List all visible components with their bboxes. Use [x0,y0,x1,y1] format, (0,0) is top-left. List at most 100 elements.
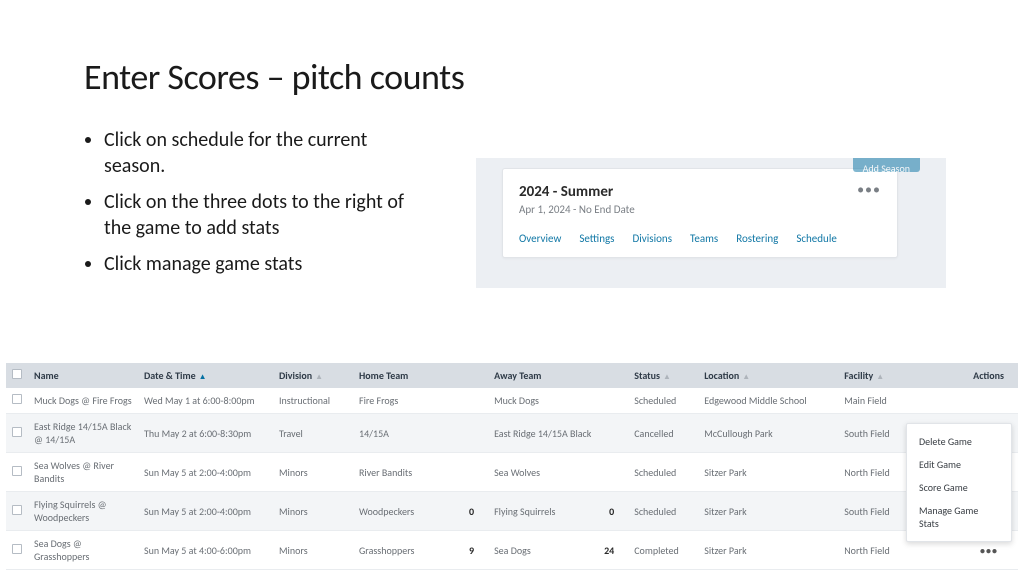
cell-home: Woodpeckers [353,492,463,531]
cell-location: Sitzer Park [698,492,838,531]
col-status-label: Status [634,369,660,382]
row-checkbox[interactable] [12,544,22,554]
col-location[interactable]: Location▲ [698,363,838,388]
cell-location: McCullough Park [698,414,838,453]
col-checkbox [6,363,28,388]
header-button-bar: Add Season [853,158,920,177]
sort-icon: ▲ [315,372,323,382]
table-row: East Ridge 14/15A Black @ 14/15AThu May … [6,414,1018,453]
cell-away: Sea Dogs [488,531,598,570]
cell-home-score: 0 [463,492,488,531]
cell-name: Flying Squirrels @ Woodpeckers [28,492,138,531]
season-tabs: Overview Settings Divisions Teams Roster… [519,232,881,245]
tab-rostering[interactable]: Rostering [736,232,778,245]
col-datetime-label: Date & Time [144,369,196,382]
cell-location: Edgewood Middle School [698,388,838,414]
table-header-row: Name Date & Time▲ Division▲ Home Team Aw… [6,363,1018,388]
tab-teams[interactable]: Teams [690,232,718,245]
row-action-menu: Delete Game Edit Game Score Game Manage … [906,423,1012,542]
cell-facility: South Field [838,414,908,453]
row-checkbox[interactable] [12,466,22,476]
cell-datetime: Sun May 5 at 2:00-4:00pm [138,453,273,492]
col-facility[interactable]: Facility▲ [838,363,908,388]
row-checkbox[interactable] [12,427,22,437]
season-title: 2024 - Summer [519,183,881,201]
cell-home: 14/15A [353,414,463,453]
col-home-score [463,363,488,388]
bullet-list: Click on schedule for the current season… [0,99,420,277]
cell-facility: North Field [838,453,908,492]
bullet-item: Click manage game stats [104,251,420,277]
tab-overview[interactable]: Overview [519,232,561,245]
col-facility-label: Facility [844,369,873,382]
cell-datetime: Wed May 1 at 6:00-8:00pm [138,388,273,414]
cell-name: East Ridge 14/15A Black @ 14/15A [28,414,138,453]
cell-away: Sea Wolves [488,453,598,492]
cell-facility: South Field [838,492,908,531]
cell-away: East Ridge 14/15A Black [488,414,598,453]
cell-location: Sitzer Park [698,453,838,492]
cell-away-score: 0 [598,492,628,531]
cell-away-score [598,414,628,453]
tab-settings[interactable]: Settings [579,232,614,245]
cell-status: Scheduled [628,453,698,492]
col-location-label: Location [704,369,739,382]
cell-home-score [463,388,488,414]
cell-away: Flying Squirrels [488,492,598,531]
cell-away: Muck Dogs [488,388,598,414]
cell-home: Grasshoppers [353,531,463,570]
cell-division: Minors [273,453,353,492]
action-manage-game-stats[interactable]: Manage Game Stats [907,499,1011,535]
col-datetime[interactable]: Date & Time▲ [138,363,273,388]
action-score-game[interactable]: Score Game [907,476,1011,499]
slide-title: Enter Scores – pitch counts [0,0,1024,99]
col-away-label: Away Team [494,369,541,382]
cell-status: Completed [628,531,698,570]
tab-divisions[interactable]: Divisions [633,232,673,245]
cell-datetime: Thu May 2 at 6:00-8:30pm [138,414,273,453]
cell-status: Scheduled [628,492,698,531]
cell-datetime: Sun May 5 at 2:00-4:00pm [138,492,273,531]
sort-asc-icon: ▲ [199,372,207,382]
col-status[interactable]: Status▲ [628,363,698,388]
cell-away-score [598,453,628,492]
col-home-label: Home Team [359,369,408,382]
col-away[interactable]: Away Team [488,363,598,388]
cell-away-score: 24 [598,531,628,570]
col-home[interactable]: Home Team [353,363,463,388]
table-row: Sea Dogs @ GrasshoppersSun May 5 at 4:00… [6,531,1018,570]
sort-icon: ▲ [663,372,671,382]
row-actions-button[interactable] [908,388,1018,414]
row-checkbox[interactable] [12,394,22,404]
col-actions: Actions [908,363,1018,388]
col-name[interactable]: Name [28,363,138,388]
season-card: ••• 2024 - Summer Apr 1, 2024 - No End D… [502,168,898,258]
add-season-button[interactable]: Add Season [853,158,920,172]
cell-home: Fire Frogs [353,388,463,414]
table-row: Sea Wolves @ River BanditsSun May 5 at 2… [6,453,1018,492]
cell-facility: Main Field [838,388,908,414]
col-away-score [598,363,628,388]
table-row: Muck Dogs @ Fire FrogsWed May 1 at 6:00-… [6,388,1018,414]
action-edit-game[interactable]: Edit Game [907,453,1011,476]
cell-away-score [598,388,628,414]
cell-datetime: Sun May 5 at 4:00-6:00pm [138,531,273,570]
season-menu-dots-icon[interactable]: ••• [857,181,881,198]
cell-division: Instructional [273,388,353,414]
season-card-panel: Add Season ••• 2024 - Summer Apr 1, 2024… [476,158,946,288]
select-all-checkbox[interactable] [12,369,22,379]
tab-schedule[interactable]: Schedule [796,232,837,245]
cell-division: Minors [273,531,353,570]
cell-name: Muck Dogs @ Fire Frogs [28,388,138,414]
cell-home-score [463,453,488,492]
cell-location: Sitzer Park [698,531,838,570]
cell-home-score: 9 [463,531,488,570]
table-body: Muck Dogs @ Fire FrogsWed May 1 at 6:00-… [6,388,1018,570]
action-delete-game[interactable]: Delete Game [907,430,1011,453]
cell-status: Cancelled [628,414,698,453]
col-division[interactable]: Division▲ [273,363,353,388]
col-actions-label: Actions [973,369,1004,382]
col-name-label: Name [34,369,59,382]
row-checkbox[interactable] [12,505,22,515]
table-row: Flying Squirrels @ WoodpeckersSun May 5 … [6,492,1018,531]
